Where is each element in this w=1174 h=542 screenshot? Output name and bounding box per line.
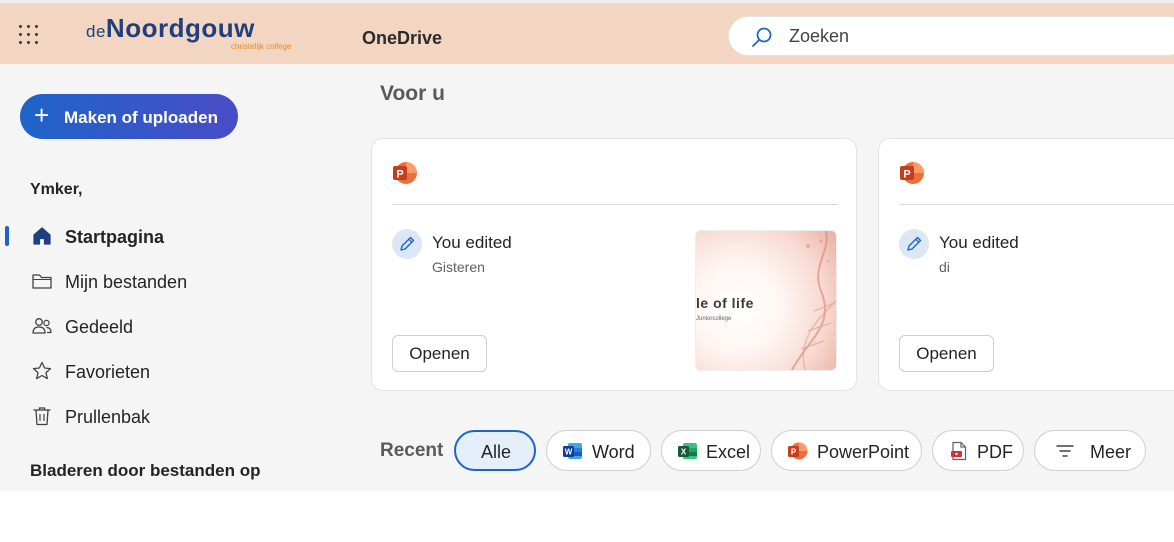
filter-chip-label: Word <box>592 442 635 462</box>
svg-text:P: P <box>396 169 403 181</box>
file-thumbnail[interactable]: le of life Juniorcollege <box>695 230 837 371</box>
activity-text: You edited <box>939 233 1019 252</box>
plus-icon: + <box>34 100 50 130</box>
folder-icon <box>32 274 52 289</box>
logo-wordmark: Noordgouw <box>105 13 255 43</box>
activity-time: di <box>939 259 950 275</box>
thumbnail-title: le of life <box>696 295 754 311</box>
filter-chip-label: Meer <box>1090 442 1132 462</box>
sidebar-item-label: Prullenbak <box>65 407 151 427</box>
filter-chip-word[interactable]: W Word <box>546 430 651 471</box>
filter-chip-pdf[interactable]: PDF <box>932 430 1024 471</box>
edit-pen-icon <box>392 229 422 259</box>
suggested-file-card[interactable]: P You edited Gisteren Openen le of life … <box>371 138 857 391</box>
sidebar-item-label: Mijn bestanden <box>65 272 188 292</box>
powerpoint-icon: P <box>393 162 417 184</box>
section-title-voor-u: Voor u <box>380 82 445 105</box>
card-divider <box>392 204 838 205</box>
star-icon <box>32 361 52 380</box>
organization-logo[interactable]: deNoordgouw christelijk college <box>86 13 306 55</box>
thumbnail-subtitle: Juniorcollege <box>696 316 732 322</box>
filter-icon <box>1056 445 1074 457</box>
logo-tagline: christelijk college <box>231 42 292 51</box>
pdf-icon <box>951 441 967 461</box>
svg-text:W: W <box>565 448 573 457</box>
create-or-upload-label: Maken of uploaden <box>64 108 218 127</box>
svg-text:P: P <box>903 169 910 181</box>
open-button[interactable]: Openen <box>899 335 994 372</box>
filter-chip-powerpoint[interactable]: P PowerPoint <box>771 430 922 471</box>
filter-chip-meer[interactable]: Meer <box>1034 430 1146 471</box>
svg-text:P: P <box>791 448 797 457</box>
recent-label: Recent <box>380 440 444 461</box>
browse-files-heading: Bladeren door bestanden op <box>30 461 261 480</box>
sidebar-item-label: Favorieten <box>65 362 151 382</box>
filter-chip-label: Alle <box>481 442 512 462</box>
filter-chip-label: PDF <box>977 442 1013 462</box>
sidebar-item-prullenbak[interactable]: Prullenbak <box>0 396 340 436</box>
word-icon: W <box>563 443 582 459</box>
logo-prefix: de <box>86 22 106 41</box>
open-button[interactable]: Openen <box>392 335 487 372</box>
filter-chip-excel[interactable]: X Excel <box>661 430 761 471</box>
sidebar-item-label: Startpagina <box>65 227 165 247</box>
app-title[interactable]: OneDrive <box>362 28 442 49</box>
powerpoint-icon: P <box>788 442 808 460</box>
app-launcher-icon[interactable] <box>19 25 39 45</box>
filter-chip-label: Excel <box>706 442 751 462</box>
edit-pen-icon <box>899 229 929 259</box>
search-box[interactable] <box>728 16 1174 56</box>
people-icon <box>32 318 52 334</box>
suggested-file-card[interactable]: P You edited di Openen <box>878 138 1174 391</box>
search-input[interactable] <box>789 17 1169 55</box>
filter-chip-alle[interactable]: Alle <box>454 430 536 471</box>
excel-icon: X <box>678 443 697 459</box>
search-icon <box>752 27 772 47</box>
powerpoint-icon: P <box>900 162 924 184</box>
activity-text: You edited <box>432 233 512 252</box>
home-icon <box>33 227 51 245</box>
create-or-upload-button[interactable]: + Maken of uploaden <box>20 94 238 139</box>
sidebar-item-label: Gedeeld <box>65 317 134 337</box>
sidebar-item-mijn-bestanden[interactable]: Mijn bestanden <box>0 261 340 301</box>
sidebar-item-gedeeld[interactable]: Gedeeld <box>0 306 340 346</box>
user-name: Ymker, <box>30 181 83 198</box>
activity-time: Gisteren <box>432 259 485 275</box>
sidebar-item-startpagina[interactable]: Startpagina <box>0 216 340 256</box>
app-header: deNoordgouw christelijk college OneDrive <box>0 3 1174 64</box>
filter-chip-label: PowerPoint <box>817 442 910 462</box>
sidebar-item-favorieten[interactable]: Favorieten <box>0 351 340 391</box>
active-indicator <box>5 226 9 246</box>
trash-icon <box>33 407 51 426</box>
svg-text:X: X <box>681 448 687 457</box>
card-divider <box>899 204 1174 205</box>
